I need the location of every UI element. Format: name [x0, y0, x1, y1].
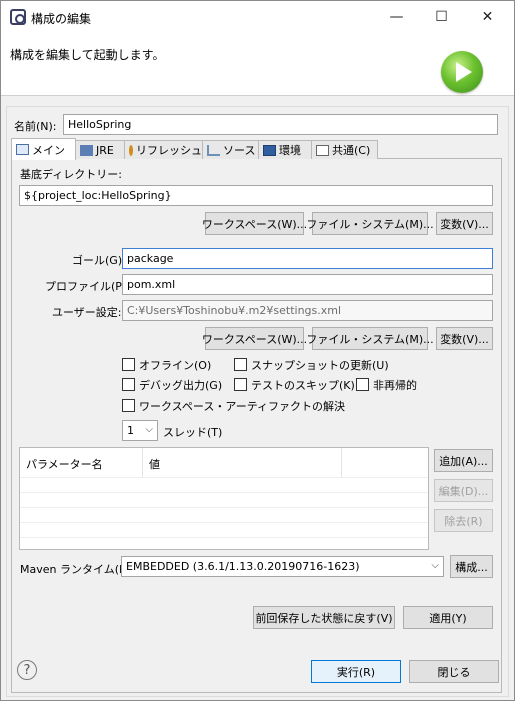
tab-common-label: 共通(C) — [332, 144, 371, 157]
base-directory-field[interactable]: ${project_loc:HelloSpring} — [19, 185, 493, 206]
common-icon — [316, 144, 329, 156]
workspace-button-2[interactable]: ワークスペース(W)... — [202, 327, 307, 350]
table-row — [20, 477, 428, 492]
goals-field[interactable]: package — [122, 248, 493, 269]
tab-environment-label: 環境 — [279, 144, 301, 157]
table-row — [20, 537, 428, 552]
help-icon[interactable]: ? — [17, 660, 37, 680]
profiles-field[interactable]: pom.xml — [122, 274, 493, 295]
filesystem-button-2[interactable]: ファイル・システム(M)... — [306, 327, 434, 350]
tab-jre-label: JRE — [96, 143, 114, 157]
update-snapshots-checkbox[interactable] — [234, 358, 247, 371]
tab-source[interactable]: ソース — [202, 140, 259, 159]
resolve-workspace-label: ワークスペース・アーティファクトの解決 — [139, 400, 346, 413]
tab-source-label: ソース — [223, 144, 256, 157]
edit-parameter-button[interactable]: 編集(D)... — [434, 479, 493, 502]
maven-runtime-label: Maven ランタイム(I): — [20, 563, 131, 576]
jre-icon — [80, 144, 93, 156]
user-settings-label: ユーザー設定: — [52, 306, 122, 319]
refresh-icon — [129, 144, 133, 156]
workspace-button[interactable]: ワークスペース(W)... — [202, 212, 307, 235]
tab-main[interactable]: メイン — [11, 138, 76, 160]
run-button[interactable]: 実行(R) — [311, 660, 401, 683]
apply-button[interactable]: 適用(Y) — [403, 606, 493, 629]
minimize-button[interactable]: — — [374, 1, 419, 32]
skip-tests-checkbox[interactable] — [234, 378, 247, 391]
variables-button-2[interactable]: 変数(V)... — [436, 327, 493, 350]
table-row — [20, 492, 428, 507]
param-value-header[interactable]: 値 — [143, 448, 342, 477]
tab-refresh-label: リフレッシュ — [136, 144, 202, 157]
debug-output-label: デバッグ出力(G) — [139, 379, 223, 392]
user-settings-field[interactable]: C:¥Users¥Toshinobu¥.m2¥settings.xml — [122, 300, 493, 321]
revert-button[interactable]: 前回保存した状態に戻す(V) — [253, 606, 395, 629]
name-label: 名前(N): — [14, 120, 57, 133]
param-name-header[interactable]: パラメーター名 — [20, 448, 143, 477]
filesystem-button[interactable]: ファイル・システム(M)... — [306, 212, 434, 235]
offline-checkbox[interactable] — [122, 358, 135, 371]
threads-value: 1 — [127, 424, 134, 437]
tab-refresh[interactable]: リフレッシュ — [124, 140, 203, 159]
header-message: 構成を編集して起動します。 — [10, 48, 165, 62]
resolve-workspace-checkbox[interactable] — [122, 399, 135, 412]
window-title: 構成の編集 — [31, 12, 92, 26]
tab-environment[interactable]: 環境 — [258, 140, 312, 159]
configure-runtime-button[interactable]: 構成... — [450, 555, 493, 578]
dialog-header: 構成を編集して起動します。 — [1, 32, 514, 96]
goals-label: ゴール(G): — [72, 254, 126, 267]
source-icon — [207, 144, 220, 156]
update-snapshots-label: スナップショットの更新(U) — [251, 359, 389, 372]
non-recursive-checkbox[interactable] — [356, 378, 369, 391]
run-icon — [441, 51, 483, 93]
maximize-button[interactable]: ☐ — [419, 1, 464, 32]
remove-parameter-button[interactable]: 除去(R) — [434, 509, 493, 532]
profiles-label: プロファイル(P): — [45, 280, 130, 293]
skip-tests-label: テストのスキップ(K) — [251, 379, 355, 392]
environment-icon — [263, 144, 276, 156]
add-parameter-button[interactable]: 追加(A)... — [434, 449, 493, 472]
chevron-down-icon: ⌵ — [431, 560, 439, 571]
maven-runtime-value: EMBEDDED (3.6.1/1.13.0.20190716-1623) — [126, 560, 360, 573]
name-field[interactable]: HelloSpring — [63, 114, 498, 135]
tab-common[interactable]: 共通(C) — [311, 140, 378, 159]
tab-jre[interactable]: JRE — [75, 140, 125, 159]
table-row — [20, 507, 428, 522]
close-window-button[interactable]: ✕ — [465, 1, 510, 32]
maven-runtime-select[interactable]: EMBEDDED (3.6.1/1.13.0.20190716-1623) ⌵ — [121, 556, 444, 577]
variables-button[interactable]: 変数(V)... — [436, 212, 493, 235]
param-extra-header — [342, 448, 428, 477]
threads-label: スレッド(T) — [163, 426, 223, 439]
tab-main-label: メイン — [32, 143, 65, 157]
parameter-table[interactable]: パラメーター名 値 — [19, 447, 429, 550]
chevron-down-icon: ⌵ — [145, 424, 153, 435]
table-row — [20, 522, 428, 537]
base-directory-label: 基底ディレクトリー: — [20, 168, 122, 181]
app-icon — [10, 9, 26, 25]
threads-select[interactable]: 1 ⌵ — [122, 420, 158, 441]
main-tab-icon — [16, 144, 29, 155]
debug-output-checkbox[interactable] — [122, 378, 135, 391]
close-button[interactable]: 閉じる — [409, 660, 499, 683]
non-recursive-label: 非再帰的 — [373, 379, 417, 392]
offline-label: オフライン(O) — [139, 359, 212, 372]
